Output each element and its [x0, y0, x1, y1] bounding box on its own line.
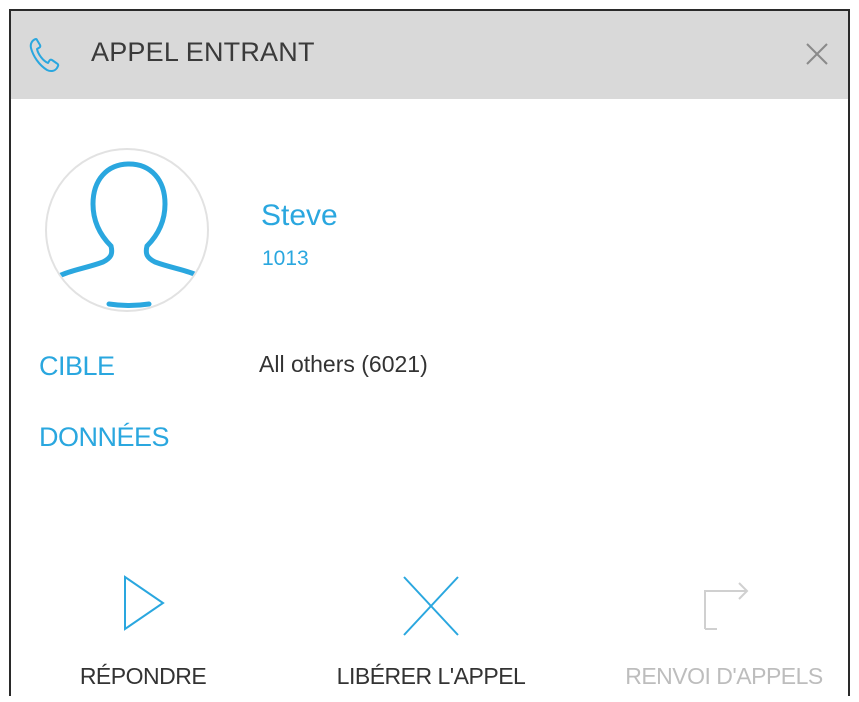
release-call-button[interactable]: LIBÉRER L'APPEL — [301, 571, 561, 691]
user-silhouette-icon — [56, 161, 202, 308]
avatar — [45, 148, 209, 312]
close-x-icon — [403, 576, 459, 636]
incoming-call-dialog: APPEL ENTRANT Steve 1013 CIBLE All other… — [9, 9, 850, 696]
caller-number: 1013 — [262, 247, 309, 270]
forward-calls-button[interactable]: RENVOI D'APPELS — [594, 571, 848, 691]
dialog-title: APPEL ENTRANT — [91, 37, 315, 67]
phone-icon — [27, 36, 63, 74]
dialog-header: APPEL ENTRANT — [11, 11, 848, 99]
target-label: CIBLE — [39, 351, 115, 381]
target-value: All others (6021) — [259, 351, 428, 377]
close-icon[interactable] — [802, 39, 832, 69]
play-icon — [124, 575, 165, 631]
data-label[interactable]: DONNÉES — [39, 422, 170, 453]
forward-calls-label: RENVOI D'APPELS — [625, 663, 823, 689]
caller-name: Steve — [261, 199, 338, 232]
answer-label: RÉPONDRE — [79, 663, 207, 689]
release-call-label: LIBÉRER L'APPEL — [336, 663, 526, 689]
answer-button[interactable]: RÉPONDRE — [13, 571, 273, 691]
forward-arrow-icon — [704, 582, 749, 630]
